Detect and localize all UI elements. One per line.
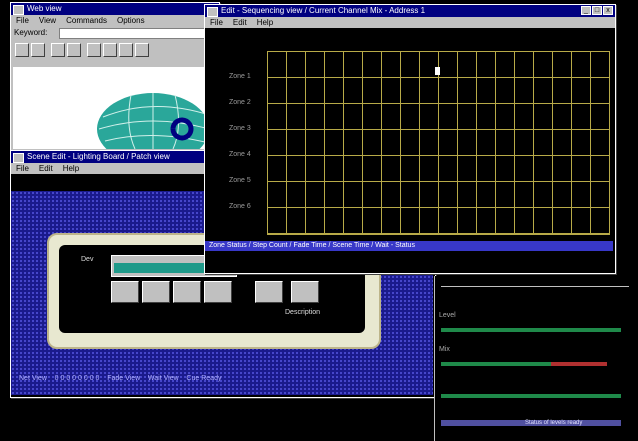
channel-button-3[interactable] xyxy=(173,281,201,303)
device-label: Dev xyxy=(81,256,94,263)
description-label: Description xyxy=(285,309,321,316)
editor-title-bar[interactable]: Edit - Sequencing view / Current Channel… xyxy=(205,5,615,17)
sequence-grid[interactable] xyxy=(267,51,610,235)
menu-edit[interactable]: Edit xyxy=(39,163,53,174)
meters-top-rule xyxy=(441,286,629,287)
menu-help[interactable]: Help xyxy=(63,163,79,174)
menu-help[interactable]: Help xyxy=(257,17,273,28)
browser-toolbar xyxy=(11,40,219,62)
browser-menu-bar: File View Commands Options xyxy=(11,15,219,26)
app-icon xyxy=(207,7,218,17)
level-meter-2 xyxy=(441,362,551,366)
menu-file[interactable]: File xyxy=(210,17,223,28)
browser-content xyxy=(13,67,209,149)
editor-status-text: Zone Status / Step Count / Fade Time / S… xyxy=(209,242,415,249)
level-meter-3 xyxy=(441,394,621,398)
console-title: Scene Edit - Lighting Board / Patch view xyxy=(27,152,170,161)
mail-button[interactable] xyxy=(135,43,149,57)
home-button[interactable] xyxy=(87,43,101,57)
app-icon xyxy=(13,5,24,15)
menu-options[interactable]: Options xyxy=(117,15,145,26)
meter-label-1: Level xyxy=(439,312,456,319)
browser-window: Web view File View Commands Options Keyw… xyxy=(10,2,220,152)
forward-button[interactable] xyxy=(31,43,45,57)
meters-footer: Status of levels ready xyxy=(525,420,583,426)
row-label-1: Zone 1 xyxy=(229,73,251,80)
channel-button-1[interactable] xyxy=(111,281,139,303)
close-button[interactable]: x xyxy=(603,6,613,15)
row-label-5: Zone 5 xyxy=(229,177,251,184)
editor-body: Zone 1 Zone 2 Zone 3 Zone 4 Zone 5 Zone … xyxy=(205,29,613,239)
channel-button-6[interactable] xyxy=(291,281,319,303)
editor-status-bar: Zone Status / Step Count / Fade Time / S… xyxy=(205,241,613,251)
grid-marker[interactable] xyxy=(435,67,440,75)
menu-view[interactable]: View xyxy=(39,15,56,26)
back-button[interactable] xyxy=(15,43,29,57)
level-meter-2-peak xyxy=(551,362,607,366)
stop-button[interactable] xyxy=(51,43,65,57)
row-label-3: Zone 3 xyxy=(229,125,251,132)
menu-edit[interactable]: Edit xyxy=(233,17,247,28)
app-icon xyxy=(13,153,24,163)
address-label: Keyword: xyxy=(14,28,48,37)
address-bar: Keyword: xyxy=(11,26,219,40)
meter-label-2: Mix xyxy=(439,346,450,353)
editor-window: Edit - Sequencing view / Current Channel… xyxy=(204,4,616,274)
menu-file[interactable]: File xyxy=(16,163,29,174)
browser-title-bar[interactable]: Web view xyxy=(11,3,219,15)
row-label-6: Zone 6 xyxy=(229,203,251,210)
browser-title: Web view xyxy=(27,4,62,13)
menu-commands[interactable]: Commands xyxy=(66,15,107,26)
menu-file[interactable]: File xyxy=(16,15,29,26)
maximize-button[interactable]: □ xyxy=(592,6,602,15)
editor-menu-bar: File Edit Help xyxy=(205,17,615,28)
minimize-button[interactable]: _ xyxy=(581,6,591,15)
address-input[interactable] xyxy=(59,28,211,39)
globe-logo-icon xyxy=(97,93,209,149)
row-label-2: Zone 2 xyxy=(229,99,251,106)
editor-title: Edit - Sequencing view / Current Channel… xyxy=(221,6,426,15)
search-button[interactable] xyxy=(103,43,117,57)
refresh-button[interactable] xyxy=(67,43,81,57)
channel-button-4[interactable] xyxy=(204,281,232,303)
print-button[interactable] xyxy=(119,43,133,57)
row-label-4: Zone 4 xyxy=(229,151,251,158)
level-meter-1 xyxy=(441,328,621,332)
channel-button-2[interactable] xyxy=(142,281,170,303)
channel-button-5[interactable] xyxy=(255,281,283,303)
console-status-text: Net View 0 0 0 0 0 0 0 0 Fade View Wait … xyxy=(19,375,222,382)
meters-panel: Level Mix Status of levels ready xyxy=(434,276,638,441)
